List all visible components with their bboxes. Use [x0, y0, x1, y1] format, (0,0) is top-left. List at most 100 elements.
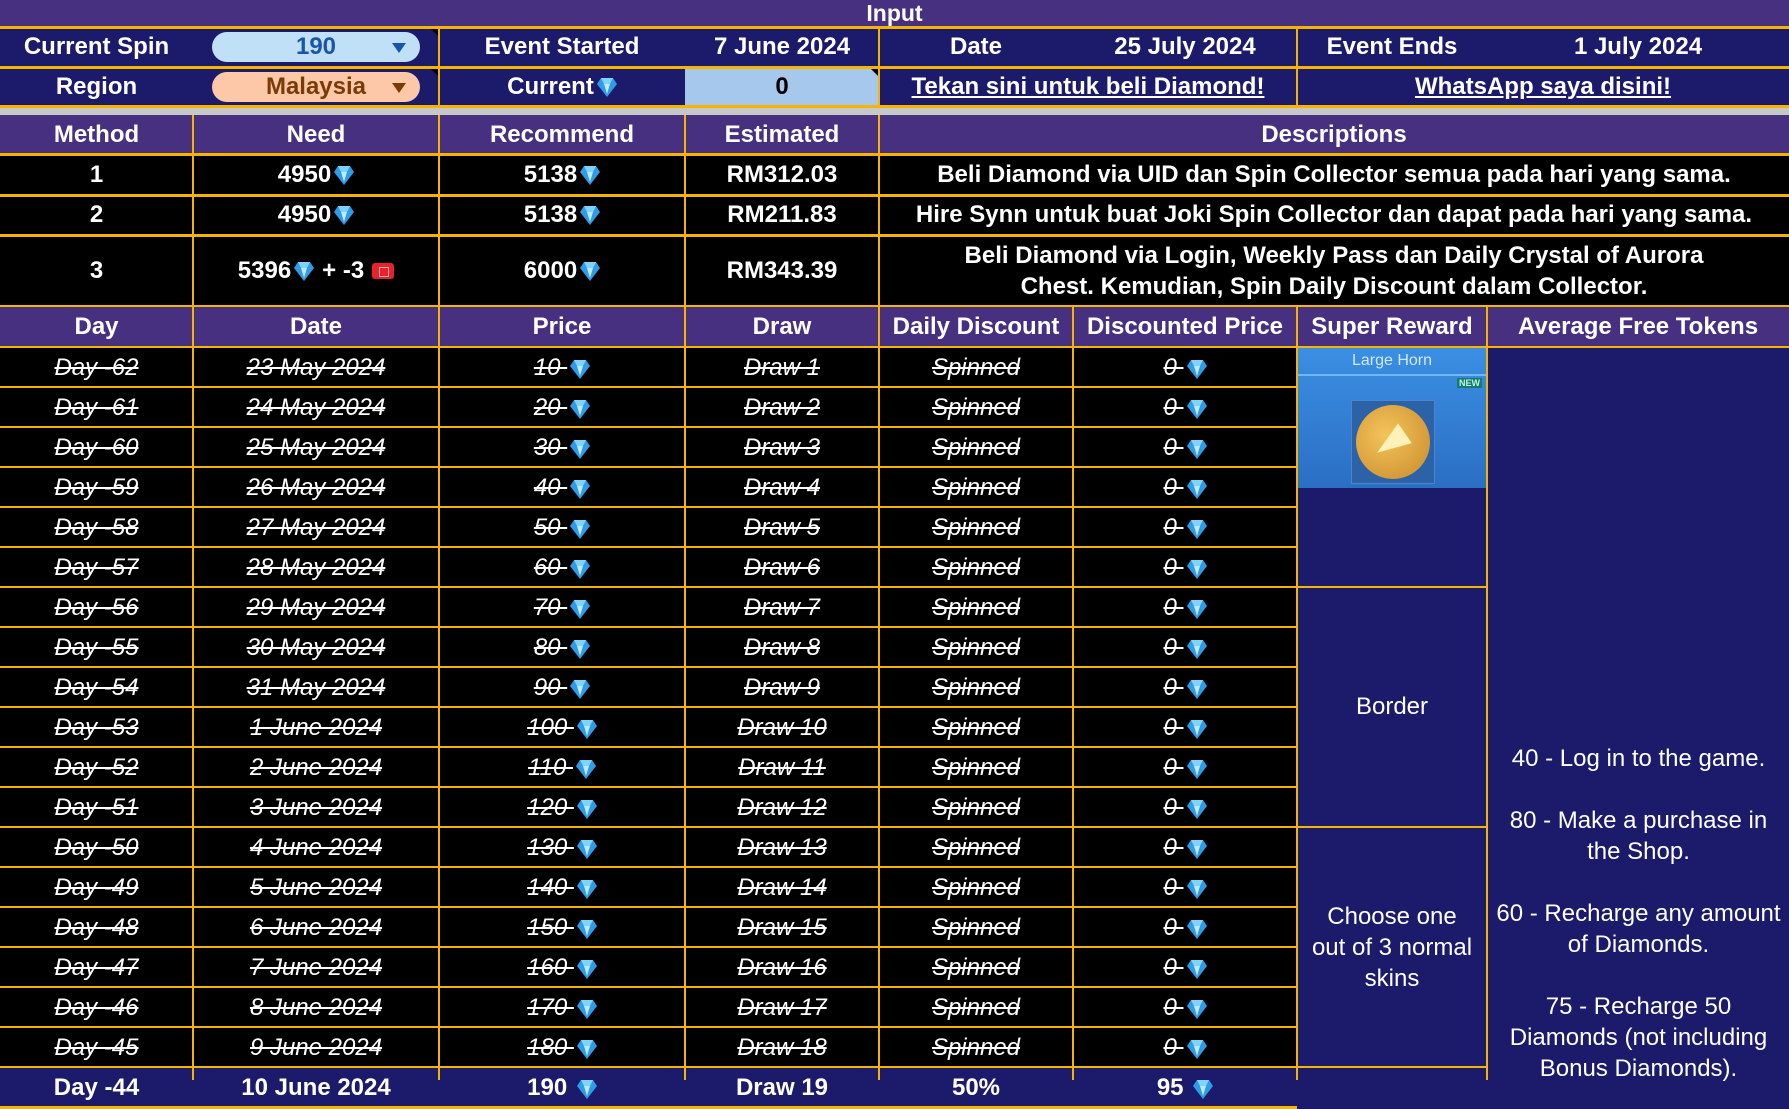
date-cell-text: 25 May 2024 — [246, 434, 386, 461]
discounted-price-cell: 0 — [1073, 628, 1297, 668]
discounted-price-cell: 0 — [1073, 428, 1297, 468]
draw-cell: Draw 16 — [685, 948, 879, 988]
price-cell-text: 40 — [534, 474, 591, 502]
method-estimated: RM343.39 — [726, 256, 838, 284]
date-cell: 10 June 2024 — [193, 1068, 439, 1108]
draw-cell-text: Draw 17 — [737, 994, 827, 1021]
diamond-icon — [1186, 839, 1207, 859]
amount-value: 10 — [533, 354, 568, 381]
amount-value: 80 — [533, 634, 568, 661]
diamond-icon — [294, 261, 315, 281]
discounted-price-cell: 0 — [1073, 508, 1297, 548]
draw-cell: Draw 7 — [685, 588, 879, 628]
discounted-price-cell-text: 0 — [1163, 434, 1207, 462]
discounted-price-cell: 0 — [1073, 708, 1297, 748]
buy-diamond-link[interactable]: Tekan sini untuk beli Diamond! — [879, 67, 1297, 107]
diamond-icon — [570, 479, 591, 499]
price-cell: 120 — [439, 788, 685, 828]
draw-cell-text: Draw 12 — [737, 794, 827, 821]
day-cell-text: Day -61 — [54, 394, 139, 421]
price-cell: 130 — [439, 828, 685, 868]
draw-cell: Draw 10 — [685, 708, 879, 748]
diamond-icon — [576, 1039, 597, 1059]
methods-header-estimated: Estimated — [724, 121, 840, 148]
amount-value: 180 — [527, 1034, 574, 1061]
price-cell: 10 — [439, 348, 685, 388]
day-cell-text: Day -51 — [54, 794, 139, 821]
discounted-price-cell: 0 — [1073, 388, 1297, 428]
diamond-icon — [1186, 599, 1207, 619]
date-label: Date — [949, 33, 1003, 60]
amount-value: 0 — [1163, 674, 1184, 701]
method-recommend: 6000 — [439, 235, 685, 306]
price-cell: 70 — [439, 588, 685, 628]
diamond-icon — [570, 519, 591, 539]
day-cell-text: Day -54 — [54, 674, 139, 701]
diamond-icon — [570, 599, 591, 619]
amount-value: 100 — [527, 714, 574, 741]
draw-cell-text: Draw 14 — [737, 874, 827, 901]
super-reward-skins: Choose one out of 3 normal skins — [1298, 828, 1486, 1066]
event-started-value: 7 June 2024 — [713, 33, 851, 60]
date-cell: 25 May 2024 — [193, 428, 439, 468]
current-diamonds-input[interactable]: 0 — [685, 67, 879, 107]
date-cell: 24 May 2024 — [193, 388, 439, 428]
region-label: Region — [55, 73, 138, 100]
super-reward-large-horn: Large Horn NEW — [1298, 348, 1486, 488]
draw-cell-text: Draw 13 — [737, 834, 827, 861]
date-cell: 2 June 2024 — [193, 748, 439, 788]
price-cell-text: 20 — [534, 394, 591, 422]
days-header-average-free-tokens: Average Free Tokens — [1517, 313, 1759, 340]
grid-line — [684, 307, 686, 1080]
diamond-icon — [1186, 519, 1207, 539]
draw-cell: Draw 12 — [685, 788, 879, 828]
daily-discount-cell-text: Spinned — [931, 634, 1021, 661]
price-cell-text: 80 — [533, 634, 591, 662]
discounted-price-cell-text: 0 — [1163, 394, 1207, 422]
grid-line — [1297, 826, 1487, 828]
day-cell: Day -61 — [0, 388, 193, 428]
discounted-price-cell-text: 0 — [1163, 514, 1207, 542]
daily-discount-cell-text: 50% — [951, 1074, 1001, 1101]
daily-discount-cell: 50% — [879, 1068, 1073, 1108]
day-cell-text: Day -49 — [54, 874, 139, 901]
date-cell-text: 9 June 2024 — [249, 1034, 383, 1061]
discounted-price-cell: 95 — [1073, 1068, 1297, 1108]
amount-value: 0 — [1163, 714, 1184, 741]
day-cell-text: Day -50 — [54, 834, 139, 861]
days-header-date: Date — [289, 313, 343, 340]
diamond-icon — [1186, 959, 1207, 979]
price-cell: 190 — [439, 1068, 685, 1108]
grid-line — [684, 115, 686, 306]
days-header-draw: Draw — [752, 313, 812, 340]
date-cell: 5 June 2024 — [193, 868, 439, 908]
price-cell-text: 170 — [527, 994, 597, 1022]
day-cell-text: Day -55 — [54, 634, 139, 661]
methods-header-descriptions: Descriptions — [1261, 121, 1407, 148]
diamond-icon — [576, 799, 597, 819]
day-cell-text: Day -57 — [54, 554, 139, 581]
grid-line — [438, 115, 440, 306]
discounted-price-cell: 0 — [1073, 788, 1297, 828]
method-recommend: 5138 — [439, 195, 685, 235]
draw-cell-text: Draw 7 — [743, 594, 821, 621]
current-label-text: Current — [507, 73, 594, 100]
discounted-price-cell-text: 0 — [1163, 874, 1207, 902]
daily-discount-cell: Spinned — [879, 748, 1073, 788]
draw-cell-text: Draw 19 — [735, 1074, 829, 1101]
daily-discount-cell: Spinned — [879, 428, 1073, 468]
daily-discount-cell: Spinned — [879, 868, 1073, 908]
current-spin-select[interactable]: 190 — [212, 32, 420, 62]
region-select[interactable]: Malaysia — [212, 72, 420, 102]
diamond-icon — [580, 261, 601, 281]
date-value: 25 July 2024 — [1114, 33, 1256, 60]
discounted-price-cell-text: 0 — [1163, 594, 1207, 622]
daily-discount-cell-text: Spinned — [931, 354, 1021, 381]
amount-value: 0 — [1163, 954, 1184, 981]
whatsapp-link[interactable]: WhatsApp saya disini! — [1297, 67, 1789, 107]
date-cell: 31 May 2024 — [193, 668, 439, 708]
price-cell: 100 — [439, 708, 685, 748]
date-cell-text: 1 June 2024 — [249, 714, 383, 741]
day-cell: Day -53 — [0, 708, 193, 748]
amount-value: 140 — [527, 874, 574, 901]
